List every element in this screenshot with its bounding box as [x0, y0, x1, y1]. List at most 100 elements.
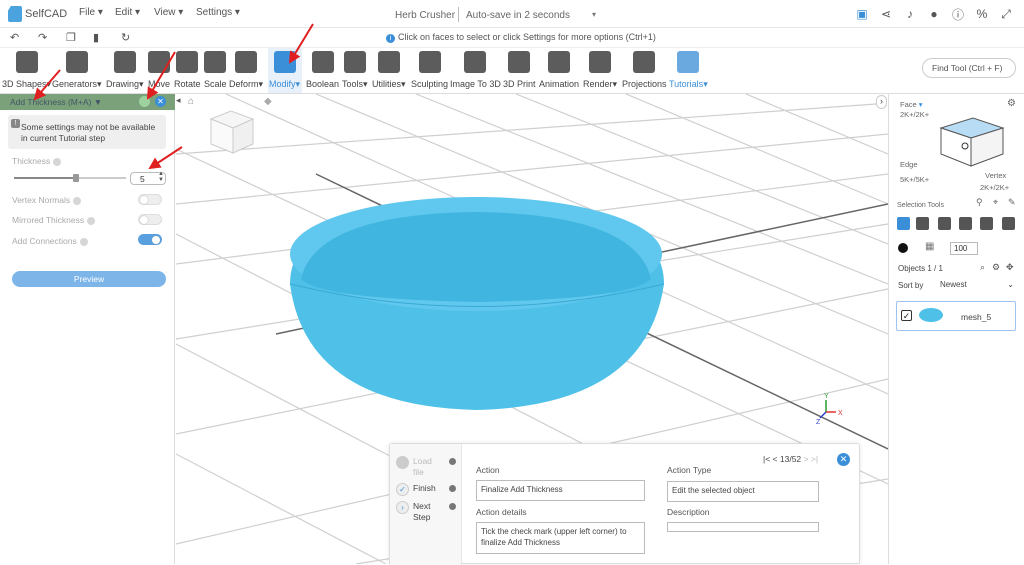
tool-tutorials[interactable]: Tutorials▾ [669, 51, 708, 90]
stepper-icon[interactable]: ▲ ▼ [158, 171, 164, 183]
tool-move[interactable]: Move [148, 51, 170, 89]
select-faces-icon[interactable] [938, 217, 951, 230]
select-paint-icon[interactable]: ✎ [1008, 197, 1016, 208]
tool-rotate[interactable]: Rotate [174, 51, 201, 89]
select-lasso-icon[interactable]: ⌖ [993, 197, 998, 208]
menu-settings[interactable]: Settings ▾ [196, 7, 240, 18]
info-icon [449, 503, 456, 510]
home-icon[interactable]: ⌂ [188, 96, 194, 107]
tool-drawing[interactable]: Drawing▾ [106, 51, 144, 90]
help-icon [79, 237, 88, 246]
collapse-right-panel-button[interactable]: › [876, 95, 887, 109]
selection-mode-cube[interactable] [931, 106, 1011, 178]
copy-icon[interactable]: ❐ [66, 31, 76, 44]
percent-icon[interactable]: % [974, 6, 990, 22]
preview-button[interactable]: Preview [12, 271, 166, 287]
save-icon[interactable]: ▣ [854, 6, 870, 22]
action-field: Finalize Add Thickness [476, 480, 645, 501]
tool-render[interactable]: Render▾ [583, 51, 617, 90]
step-finish[interactable]: ✓ Finish [396, 483, 456, 496]
axis-x-label: X [838, 410, 843, 417]
menu-edit[interactable]: Edit ▾ [115, 7, 140, 18]
pencil-icon [113, 51, 136, 73]
tutorial-warning: ! Some settings may not be available in … [8, 115, 166, 149]
tool-deform[interactable]: Deform▾ [229, 51, 263, 90]
user-icon[interactable]: ● [926, 6, 942, 22]
tool-tools[interactable]: Tools▾ [342, 51, 368, 90]
fullscreen-icon[interactable]: ⤢ [998, 6, 1014, 22]
tool-image-to-3d[interactable]: Image To 3D [450, 51, 501, 89]
mirrored-thickness-toggle[interactable] [138, 214, 162, 225]
sort-select[interactable]: Newest ⌄ [938, 279, 1016, 292]
tool-boolean[interactable]: Boolean [306, 51, 339, 89]
vertex-mode-label[interactable]: Vertex [985, 171, 1006, 180]
warning-icon: ! [11, 119, 20, 128]
thickness-slider-handle[interactable] [73, 174, 79, 182]
share-icon[interactable]: ⋖ [878, 6, 894, 22]
search-icon[interactable]: ⌕ [980, 262, 985, 273]
select-brush-icon[interactable]: ⚲ [976, 197, 983, 208]
sort-by-label: Sort by [898, 281, 924, 290]
tool-3d-shapes[interactable]: 3D Shapes▾ [2, 51, 51, 90]
undo-icon[interactable]: ↶ [10, 31, 19, 44]
object-name[interactable]: mesh_5 [961, 312, 991, 322]
bowl-mesh[interactable] [289, 197, 665, 410]
redo-icon[interactable]: ↷ [38, 31, 47, 44]
render-icon [589, 51, 612, 73]
app-logo[interactable]: SelfCAD [8, 5, 68, 23]
trash-icon[interactable]: ▮ [93, 31, 99, 44]
face-mode-label[interactable]: Face ▾ [900, 100, 923, 109]
tool-modify[interactable]: Modify▾ [269, 51, 300, 90]
step-load-file[interactable]: Load file [396, 456, 456, 478]
select-cube-icon[interactable] [1002, 217, 1015, 230]
edge-mode-label[interactable]: Edge [900, 160, 918, 169]
document-title[interactable]: Herb Crusher [395, 10, 455, 21]
info-icon[interactable]: ⓘ [950, 6, 966, 22]
mirrored-thickness-label: Mirrored Thickness [12, 215, 96, 225]
projection-icon [633, 51, 656, 73]
select-all-icon[interactable] [897, 217, 910, 230]
tool-sculpting[interactable]: Sculpting [411, 51, 448, 89]
collapse-left-panel-button[interactable]: ◂ [176, 95, 186, 107]
chevron-down-icon[interactable]: ▾ [592, 10, 596, 19]
action-details-label: Action details [476, 507, 527, 517]
move-icon [148, 51, 170, 73]
select-invert-icon[interactable] [980, 217, 993, 230]
close-panel-button[interactable]: ✕ [155, 96, 166, 107]
action-label: Action [476, 465, 500, 475]
tool-scale[interactable]: Scale [204, 51, 227, 89]
find-tool-input[interactable]: Find Tool (Ctrl + F) [922, 58, 1016, 78]
bell-icon[interactable]: ♪ [902, 6, 918, 22]
select-grid-icon[interactable] [916, 217, 929, 230]
select-sphere-icon[interactable] [959, 217, 972, 230]
view-cube[interactable] [209, 110, 255, 154]
info-icon [449, 485, 456, 492]
vertex-normals-toggle[interactable] [138, 194, 162, 205]
panel-title[interactable]: Add Thickness (M+A) ▼ [10, 97, 102, 107]
gear-icon[interactable]: ⚙ [1007, 98, 1016, 109]
menu-file[interactable]: File ▾ [79, 7, 103, 18]
last-page-icon: >| [810, 454, 819, 464]
object-visibility-checkbox[interactable]: ✓ [901, 310, 912, 321]
object-list-item[interactable]: ✓ mesh_5 [896, 301, 1016, 331]
move-object-icon[interactable]: ✥ [1006, 262, 1014, 273]
sculpt-icon [418, 51, 441, 73]
tutorial-pagination[interactable]: |< < 13/52 > >| [763, 454, 818, 464]
tool-3d-print[interactable]: 3D Print [503, 51, 536, 89]
settings-icon[interactable]: ⚙ [992, 262, 1000, 273]
step-next-step[interactable]: › Next Step [396, 501, 456, 523]
light-icon[interactable]: ◆ [264, 96, 272, 107]
opacity-input[interactable]: 100 [950, 242, 978, 255]
tool-projections[interactable]: Projections [622, 51, 667, 89]
menu-view[interactable]: View ▾ [154, 7, 183, 18]
panel-header: Add Thickness (M+A) ▼ ✕ [0, 94, 175, 110]
tool-utilities[interactable]: Utilities▾ [372, 51, 406, 90]
add-connections-toggle[interactable] [138, 234, 162, 245]
tool-generators[interactable]: Generators▾ [52, 51, 102, 90]
reset-icon[interactable]: ↻ [121, 31, 130, 44]
confirm-check-button[interactable] [139, 96, 150, 107]
tool-animation[interactable]: Animation [539, 51, 579, 89]
material-icon[interactable]: ▦ [925, 241, 934, 252]
close-tutorial-button[interactable]: ✕ [837, 453, 850, 466]
color-picker-icon[interactable] [898, 243, 908, 253]
